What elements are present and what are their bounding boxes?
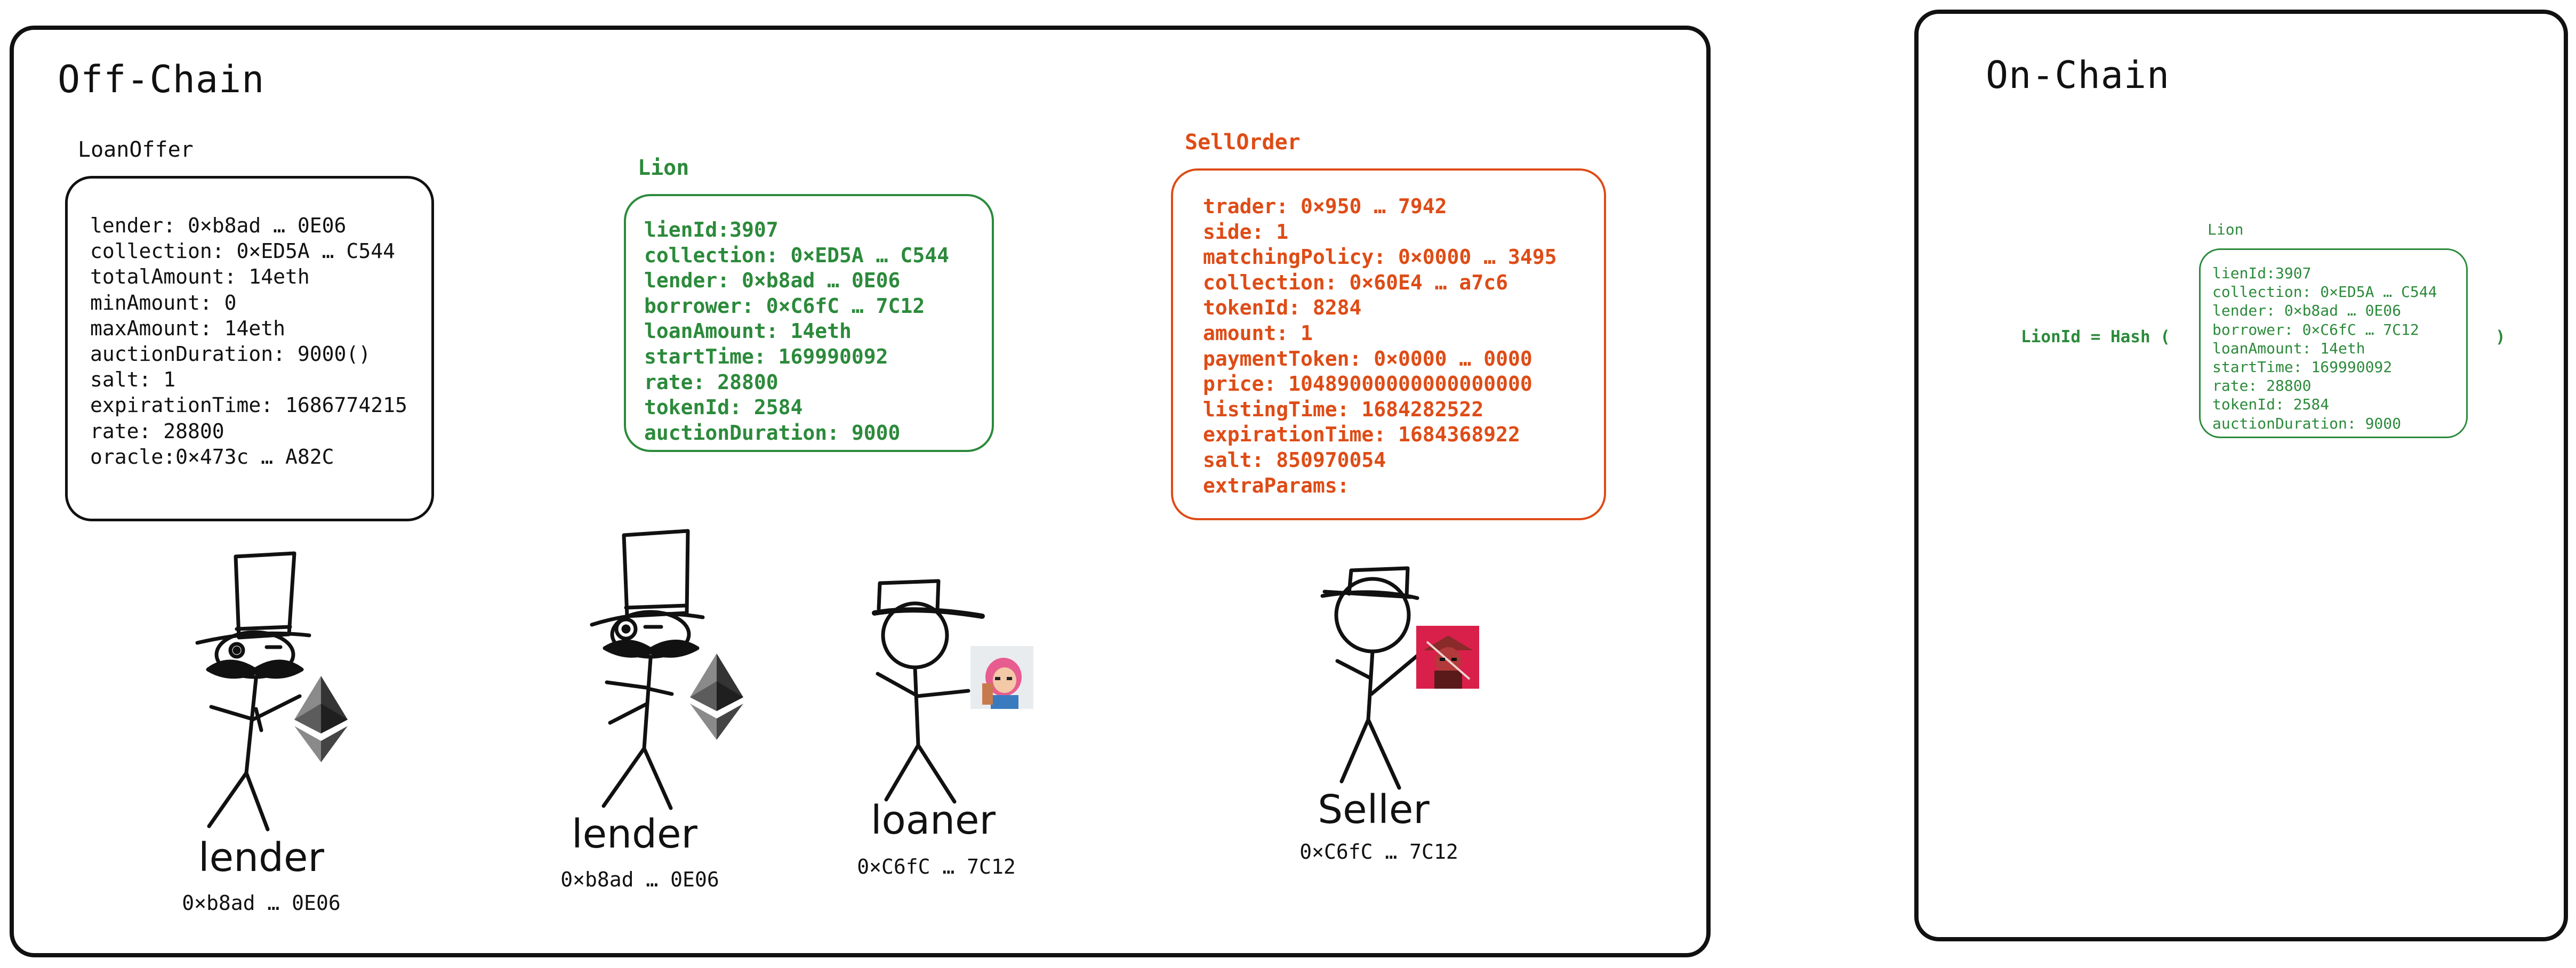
lion-title: Lion [638,156,689,180]
onchain-lion-field: borrower: 0×C6fC … 7C12 [2212,320,2419,338]
onchain-title: On-Chain [1986,53,2170,97]
loan-offer-field: totalAmount: 14eth [90,265,310,289]
sell-order-fields: trader: 0×950 … 7942 side: 1 matchingPol… [1203,194,1556,498]
onchain-lion-field: rate: 28800 [2212,377,2312,395]
sell-order-field: trader: 0×950 … 7942 [1203,195,1447,218]
sell-order-field: salt: 850970054 [1203,448,1386,472]
loan-offer-field: oracle:0×473c … A82C [90,445,334,469]
lion-field: auctionDuration: 9000 [644,421,901,445]
loan-offer-field: auctionDuration: 9000() [90,342,371,366]
lion-field: tokenId: 2584 [644,396,803,420]
lion-field: rate: 28800 [644,370,779,394]
sell-order-field: collection: 0×60E4 … a7c6 [1203,270,1508,294]
loan-offer-fields: lender: 0×b8ad … 0E06 collection: 0×ED5A… [90,213,407,470]
onchain-lion-title: Lion [2208,221,2244,238]
ethereum-icon [294,676,348,762]
person-name: Seller [1318,787,1430,833]
person-name: loaner [870,797,996,843]
sell-order-field: listingTime: 1684282522 [1203,397,1484,421]
onchain-panel [1914,10,2568,941]
onchain-lion-card: lienId:3907 collection: 0×ED5A … C544 le… [2199,248,2468,438]
sell-order-title: SellOrder [1185,130,1301,155]
nft-card-icon [1416,626,1479,689]
sell-order-field: paymentToken: 0×0000 … 0000 [1203,346,1532,370]
sell-order-field: expirationTime: 1684368922 [1203,423,1520,447]
loan-offer-field: collection: 0×ED5A … C544 [90,239,395,263]
lion-field: startTime: 169990092 [644,344,888,368]
loan-offer-field: lender: 0×b8ad … 0E06 [90,214,347,237]
lion-fields: lienId:3907 collection: 0×ED5A … C544 le… [644,217,949,446]
onchain-lion-fields: lienId:3907 collection: 0×ED5A … C544 le… [2212,264,2437,433]
loan-offer-field: minAmount: 0 [90,291,237,314]
lion-field: loanAmount: 14eth [644,319,852,343]
lion-field: lienId:3907 [644,218,779,241]
lion-id-formula-suffix: ) [2495,327,2506,346]
onchain-lion-field: tokenId: 2584 [2212,396,2330,414]
loan-offer-card: lender: 0×b8ad … 0E06 collection: 0×ED5A… [65,176,434,521]
onchain-lion-field: lender: 0×b8ad … 0E06 [2212,302,2402,320]
sell-order-field: matchingPolicy: 0×0000 … 3495 [1203,245,1557,269]
sell-order-field: amount: 1 [1203,321,1313,345]
person-address: 0×b8ad … 0E06 [182,891,341,915]
person-name: lender [572,811,697,857]
onchain-lion-field: auctionDuration: 9000 [2212,414,2402,432]
lion-field: collection: 0×ED5A … C544 [644,243,949,267]
sell-order-field: side: 1 [1203,220,1289,244]
sell-order-card: trader: 0×950 … 7942 side: 1 matchingPol… [1171,168,1606,520]
onchain-lion-field: lienId:3907 [2212,264,2312,282]
loan-offer-field: maxAmount: 14eth [90,316,286,340]
ethereum-icon [690,654,743,740]
lion-field: lender: 0×b8ad … 0E06 [644,269,901,293]
person-address: 0×C6fC … 7C12 [1299,840,1458,864]
onchain-lion-field: startTime: 169990092 [2212,358,2393,376]
lion-card: lienId:3907 collection: 0×ED5A … C544 le… [624,194,994,452]
nft-avatar-icon [970,646,1033,709]
loan-offer-field: expirationTime: 1686774215 [90,393,407,417]
onchain-lion-field: collection: 0×ED5A … C544 [2212,283,2437,301]
offchain-title: Off-Chain [58,58,265,101]
sell-order-field: price: 10489000000000000000 [1203,372,1532,396]
loan-offer-field: salt: 1 [90,368,176,392]
sell-order-field: tokenId: 8284 [1203,296,1362,320]
person-name: lender [198,835,324,881]
sell-order-field: extraParams: [1203,473,1350,497]
lion-id-formula-prefix: LionId = Hash ( [2021,327,2170,346]
person-address: 0×b8ad … 0E06 [560,868,719,891]
person-address: 0×C6fC … 7C12 [857,855,1016,878]
lion-field: borrower: 0×C6fC … 7C12 [644,294,925,318]
onchain-lion-field: loanAmount: 14eth [2212,339,2365,357]
loan-offer-title: LoanOffer [78,138,194,162]
loan-offer-field: rate: 28800 [90,419,224,443]
